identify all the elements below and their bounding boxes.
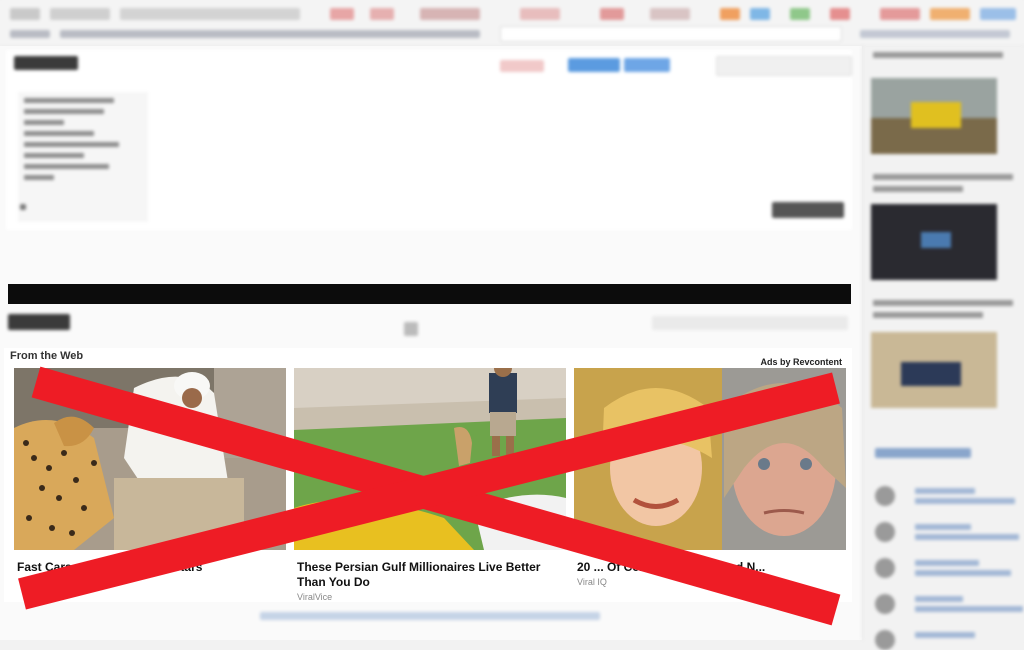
- avatar-icon: [875, 522, 895, 542]
- post-meta: [652, 316, 848, 330]
- top-bar-link[interactable]: [60, 30, 480, 38]
- sidebar-heading: [875, 448, 971, 458]
- ad-thumbnail[interactable]: [14, 368, 286, 550]
- ad-widget: From the Web Ads by Revcontent Fast Cars…: [4, 348, 852, 602]
- widget-title: From the Web: [10, 350, 84, 362]
- ad-thumbnail[interactable]: [574, 368, 846, 550]
- top-bar-chip[interactable]: [370, 8, 394, 20]
- share-button[interactable]: [624, 58, 670, 72]
- cursor-icon: [404, 322, 418, 336]
- top-bar: [0, 0, 1024, 47]
- top-bar-chip[interactable]: [120, 8, 300, 20]
- ad-source: ViralVice: [297, 592, 333, 602]
- top-bar-chip[interactable]: [10, 8, 40, 20]
- top-bar-chip[interactable]: [650, 8, 690, 20]
- divider-bar: [8, 284, 851, 304]
- sidebar-thumbnail[interactable]: [871, 332, 997, 408]
- top-bar-chip[interactable]: [980, 8, 1016, 20]
- top-bar-chip[interactable]: [600, 8, 624, 20]
- ad-title[interactable]: Fast Cars... These ...agram Stars: [17, 560, 286, 575]
- sidebar-caption[interactable]: [873, 300, 1013, 306]
- ad-title[interactable]: 20 ... Of Celebrities Then And N...: [577, 560, 846, 575]
- top-bar-chip[interactable]: [830, 8, 850, 20]
- social-button[interactable]: [500, 60, 544, 72]
- share-button[interactable]: [568, 58, 620, 72]
- top-bar-chip[interactable]: [50, 8, 110, 20]
- then-now-image: [574, 368, 846, 550]
- ads-by-label[interactable]: Ads by Revcontent: [760, 357, 842, 367]
- top-bar-chip[interactable]: [750, 8, 770, 20]
- top-bar-chip[interactable]: [930, 8, 970, 20]
- avatar-icon: [875, 630, 895, 650]
- sidebar-caption[interactable]: [873, 186, 963, 192]
- top-bar-link[interactable]: [860, 30, 1010, 38]
- top-bar-search[interactable]: [500, 26, 842, 42]
- sidebar-thumbnail[interactable]: [871, 78, 997, 154]
- top-bar-link[interactable]: [10, 30, 50, 38]
- top-bar-chip[interactable]: [790, 8, 810, 20]
- sidebar-thumbnail[interactable]: [871, 204, 997, 280]
- avatar-icon: [875, 558, 895, 578]
- ad-item[interactable]: Fast Cars... These ...agram Stars: [14, 368, 286, 577]
- ad-source: Viral IQ: [577, 577, 607, 587]
- top-bar-chip[interactable]: [880, 8, 920, 20]
- avatar-icon: [875, 486, 895, 506]
- post-button[interactable]: [8, 314, 70, 330]
- search-box[interactable]: [716, 56, 852, 76]
- ad-thumbnail[interactable]: [294, 368, 566, 550]
- cheetah-car-image: [14, 368, 286, 550]
- avatar-icon: [875, 594, 895, 614]
- post-card: [6, 50, 852, 230]
- sidebar-caption[interactable]: [873, 312, 983, 318]
- footer-links[interactable]: [260, 612, 600, 620]
- top-bar-chip[interactable]: [720, 8, 740, 20]
- post-button[interactable]: [14, 56, 78, 70]
- sidebar-caption[interactable]: [873, 174, 1013, 180]
- ad-title[interactable]: These Persian Gulf Millionaires Live Bet…: [297, 560, 566, 590]
- lion-lawn-image: [294, 368, 566, 550]
- reply-button[interactable]: [772, 202, 844, 218]
- post-text: [18, 92, 148, 222]
- sidebar-caption[interactable]: [873, 52, 1003, 58]
- ad-item[interactable]: These Persian Gulf Millionaires Live Bet…: [294, 368, 566, 602]
- top-bar-chip[interactable]: [420, 8, 480, 20]
- top-bar-chip[interactable]: [330, 8, 354, 20]
- right-sidebar: [862, 46, 1024, 650]
- ad-item[interactable]: 20 ... Of Celebrities Then And N... Vira…: [574, 368, 846, 587]
- post-meta: [20, 204, 26, 210]
- top-bar-chip[interactable]: [520, 8, 560, 20]
